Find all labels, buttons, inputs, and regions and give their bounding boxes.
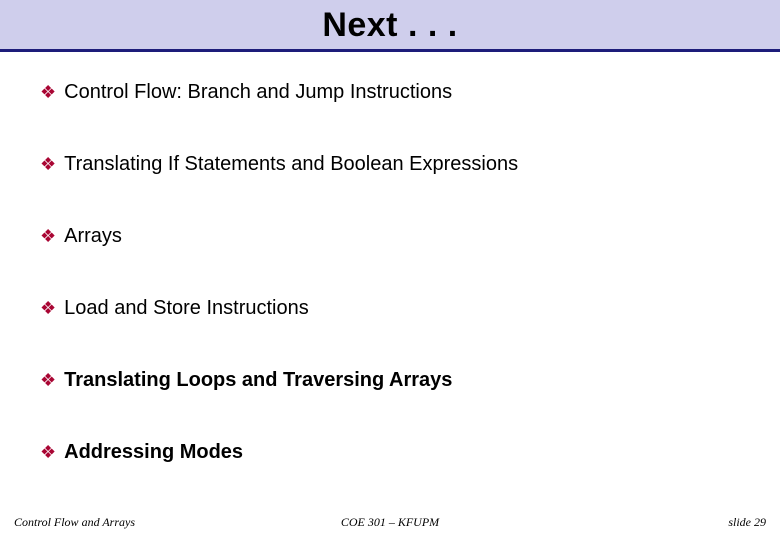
footer-right: slide 29 bbox=[728, 515, 766, 530]
footer-left: Control Flow and Arrays bbox=[14, 515, 135, 530]
bullet-text: Translating If Statements and Boolean Ex… bbox=[64, 152, 518, 176]
content-area: ❖ Control Flow: Branch and Jump Instruct… bbox=[0, 52, 780, 515]
diamond-bullet-icon: ❖ bbox=[40, 296, 56, 320]
bullet-text: Control Flow: Branch and Jump Instructio… bbox=[64, 80, 452, 104]
diamond-bullet-icon: ❖ bbox=[40, 152, 56, 176]
bullet-item: ❖ Translating If Statements and Boolean … bbox=[40, 152, 740, 176]
bullet-text: Translating Loops and Traversing Arrays bbox=[64, 368, 452, 392]
bullet-item: ❖ Addressing Modes bbox=[40, 440, 740, 464]
footer-center: COE 301 – KFUPM bbox=[341, 515, 439, 530]
slide: Next . . . ❖ Control Flow: Branch and Ju… bbox=[0, 0, 780, 540]
title-bar: Next . . . bbox=[0, 0, 780, 52]
bullet-text: Load and Store Instructions bbox=[64, 296, 309, 320]
bullet-text: Arrays bbox=[64, 224, 122, 248]
bullet-item: ❖ Translating Loops and Traversing Array… bbox=[40, 368, 740, 392]
bullet-item: ❖ Load and Store Instructions bbox=[40, 296, 740, 320]
diamond-bullet-icon: ❖ bbox=[40, 224, 56, 248]
bullet-item: ❖ Control Flow: Branch and Jump Instruct… bbox=[40, 80, 740, 104]
bullet-item: ❖ Arrays bbox=[40, 224, 740, 248]
bullet-text: Addressing Modes bbox=[64, 440, 243, 464]
footer: Control Flow and Arrays COE 301 – KFUPM … bbox=[0, 515, 780, 540]
diamond-bullet-icon: ❖ bbox=[40, 80, 56, 104]
slide-title: Next . . . bbox=[0, 6, 780, 45]
diamond-bullet-icon: ❖ bbox=[40, 440, 56, 464]
diamond-bullet-icon: ❖ bbox=[40, 368, 56, 392]
